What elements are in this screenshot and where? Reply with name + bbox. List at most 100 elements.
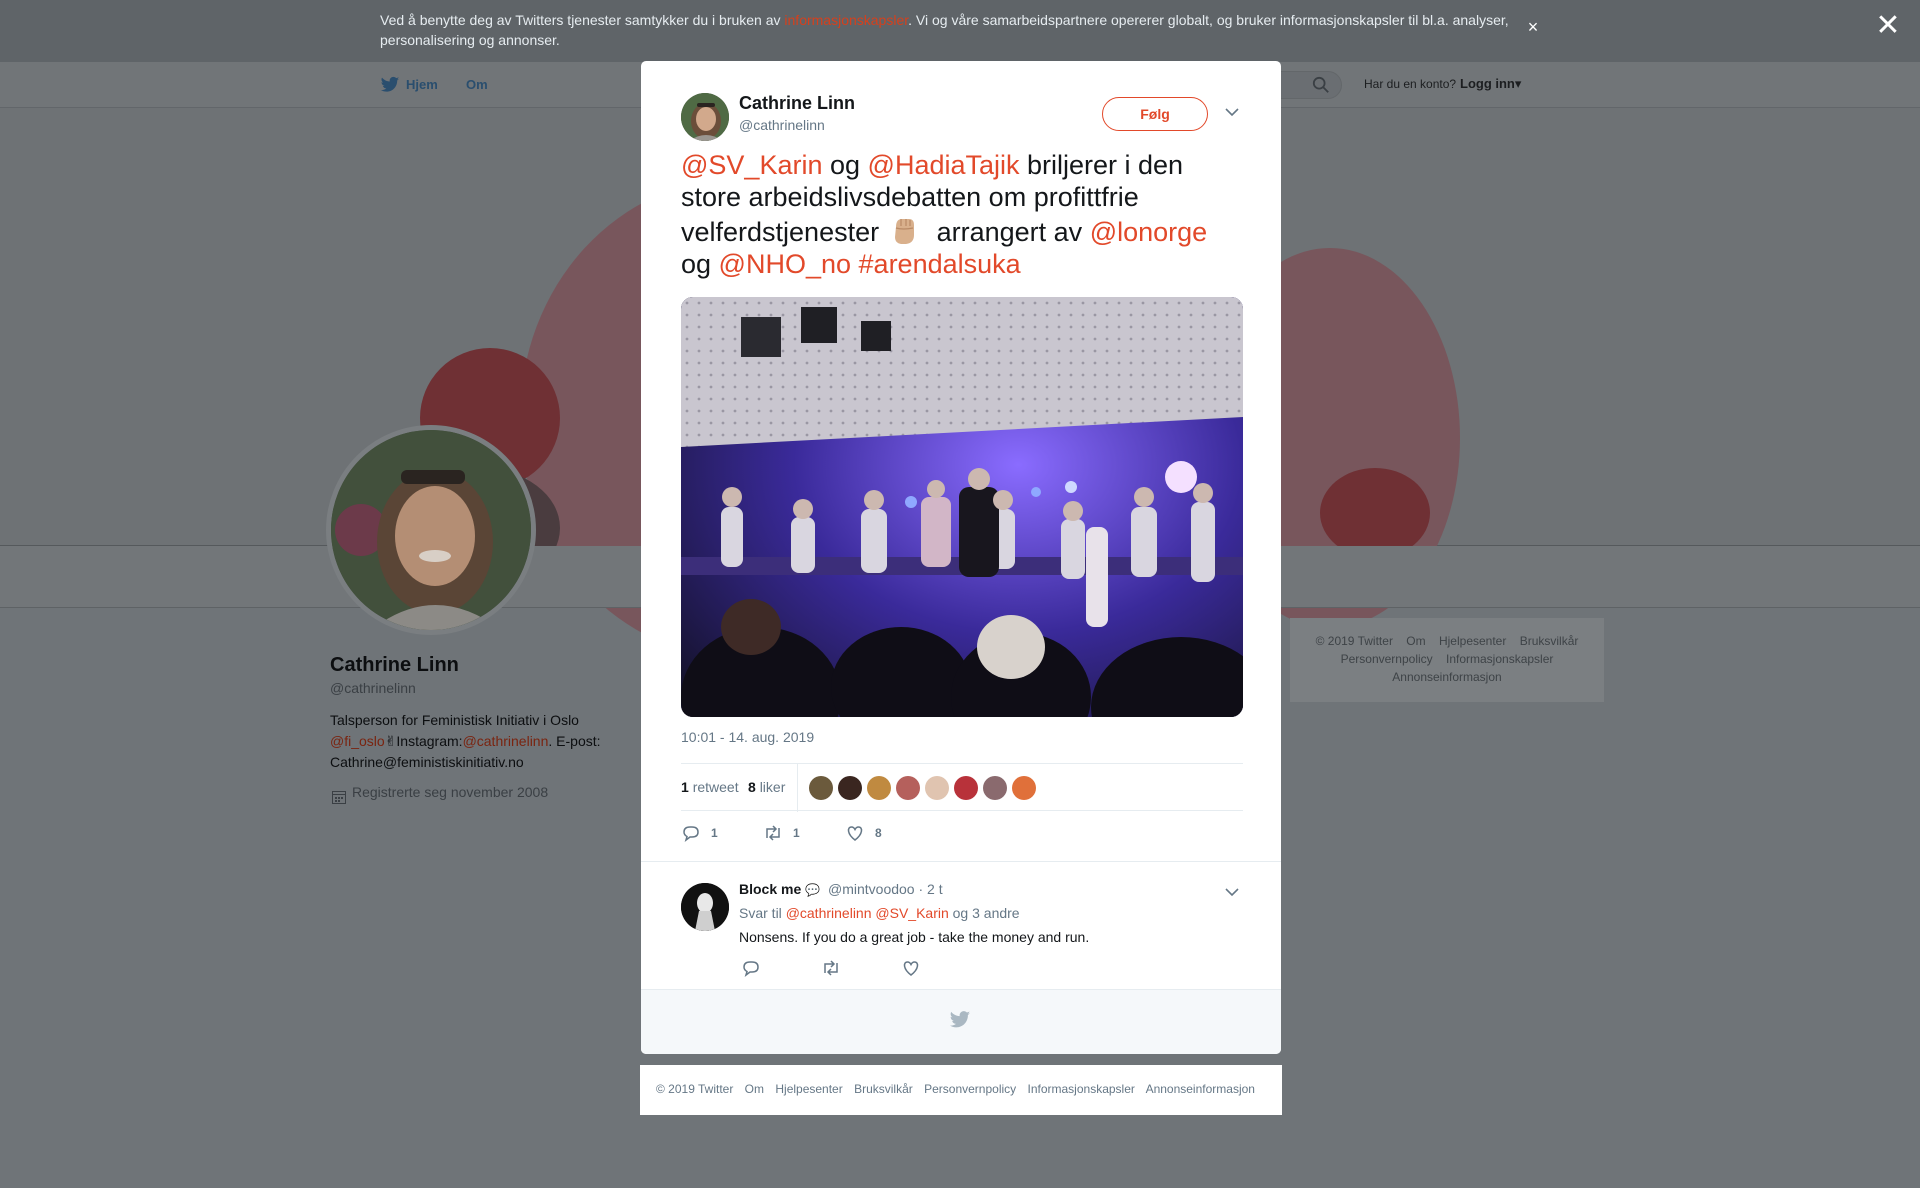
tweet-actions: 1 1 8 (681, 821, 1243, 851)
author-avatar-portrait (681, 93, 729, 141)
tweet-text-og: og (822, 150, 868, 180)
overlay-close-icon[interactable]: ✕ (1872, 10, 1904, 42)
login-link[interactable]: Logg inn▾ (1460, 76, 1521, 92)
side-footer-link-help[interactable]: Hjelpesenter (1439, 634, 1506, 648)
profile-bio: Talsperson for Feministisk Initiativ i O… (330, 710, 630, 773)
like-count[interactable]: 8 liker (748, 779, 785, 795)
side-footer: © 2019 Twitter Om Hjelpesenter Bruksvilk… (1290, 618, 1604, 702)
side-footer-link-privacy[interactable]: Personvernpolicy (1341, 652, 1433, 666)
heart-icon (847, 826, 863, 841)
reply-count: 1 (711, 826, 718, 840)
nav-about-link[interactable]: Om (466, 77, 488, 92)
profile-name: Cathrine Linn (330, 654, 459, 676)
reply-avatar-image (681, 883, 729, 931)
reply-time[interactable]: · 2 t (918, 881, 942, 897)
reply-icon[interactable] (741, 959, 761, 977)
footer-links: © 2019 Twitter Om Hjelpesenter Bruksvilk… (656, 1082, 1263, 1096)
tweet-author-handle[interactable]: @cathrinelinn (739, 117, 825, 133)
mention-hadiatajik[interactable]: @HadiaTajik (868, 150, 1020, 180)
reply-name-text: Block me (739, 881, 802, 897)
bio-mention-cathrinelinn[interactable]: @cathrinelinn (463, 733, 549, 749)
likers-avatars (809, 776, 1041, 800)
tweet-photo[interactable] (681, 297, 1243, 717)
footer-link-cookies[interactable]: Informasjonskapsler (1028, 1082, 1135, 1096)
reply-actions (739, 959, 1039, 983)
bio-mention-fi-oslo[interactable]: @fi_oslo (330, 733, 385, 749)
liker-avatar[interactable] (954, 776, 978, 800)
twitter-bird-icon[interactable] (380, 76, 400, 94)
chevron-down-icon[interactable] (1225, 107, 1239, 117)
footer-link-help[interactable]: Hjelpesenter (775, 1082, 842, 1096)
footer-link-terms[interactable]: Bruksvilkår (854, 1082, 913, 1096)
like-count-value: 8 (748, 779, 756, 795)
mention-lonorge[interactable]: @lonorge (1090, 217, 1207, 247)
liker-avatar[interactable] (809, 776, 833, 800)
reply-to-sv-karin[interactable]: @SV_Karin (875, 905, 948, 921)
cookie-link[interactable]: informasjonskapsler (784, 12, 908, 28)
liker-avatar[interactable] (896, 776, 920, 800)
nav-home-link[interactable]: Hjem (406, 77, 438, 92)
retweet-icon[interactable] (821, 959, 841, 977)
liker-avatar[interactable] (925, 776, 949, 800)
retweet-count-label: retweet (692, 779, 739, 795)
side-footer-link-om[interactable]: Om (1406, 634, 1425, 648)
retweet-count[interactable]: 1 retweet (681, 779, 739, 795)
chevron-down-icon[interactable] (1225, 887, 1239, 897)
follow-button[interactable]: Følg (1102, 97, 1208, 131)
reply-author-handle[interactable]: @mintvoodoo (828, 881, 915, 897)
account-question: Har du en konto? (1364, 77, 1457, 91)
mention-nho-no[interactable]: @NHO_no (719, 249, 851, 279)
bio-line: Talsperson for Feministisk Initiativ i O… (330, 712, 579, 728)
liker-avatar[interactable] (838, 776, 862, 800)
cookie-text-before: Ved å benytte deg av Twitters tjenester … (380, 12, 785, 28)
retweet-icon (766, 825, 780, 841)
cookie-banner: Ved å benytte deg av Twitters tjenester … (0, 0, 1920, 62)
reply-to-more[interactable]: og 3 andre (949, 905, 1020, 921)
tweet-timestamp[interactable]: 10:01 - 14. aug. 2019 (681, 729, 814, 745)
page-footer: © 2019 Twitter Om Hjelpesenter Bruksvilk… (640, 1065, 1282, 1115)
side-footer-link-ads[interactable]: Annonseinformasjon (1392, 670, 1501, 684)
reply-to-label: Svar til (739, 905, 786, 921)
side-footer-link-cookies[interactable]: Informasjonskapsler (1446, 652, 1553, 666)
footer-link-ads[interactable]: Annonseinformasjon (1146, 1082, 1255, 1096)
reply-text: Nonsens. If you do a great job - take th… (739, 929, 1090, 945)
avatar-portrait (331, 430, 531, 630)
tweet-text-og2: og (681, 249, 719, 279)
joined-text: Registrerte seg november 2008 (352, 784, 549, 800)
reply-author-avatar[interactable] (681, 883, 729, 931)
footer-copyright: © 2019 Twitter (656, 1082, 734, 1096)
cookie-text: Ved å benytte deg av Twitters tjenester … (380, 10, 1520, 50)
search-icon[interactable] (1312, 76, 1330, 94)
reply-to-cathrinelinn[interactable]: @cathrinelinn (786, 905, 872, 921)
reply-icon (683, 826, 699, 842)
twitter-bird-icon (949, 1011, 971, 1028)
hashtag-arendalsuka[interactable]: #arendalsuka (859, 249, 1021, 279)
like-count-label: liker (759, 779, 786, 795)
footer-link-om[interactable]: Om (745, 1082, 764, 1096)
liker-avatar[interactable] (1012, 776, 1036, 800)
profile-avatar[interactable] (326, 425, 536, 635)
like-action-count: 8 (875, 826, 882, 840)
profile-joined: Registrerte seg november 2008 (330, 784, 548, 800)
tweet-text: @SV_Karin og @HadiaTajik briljerer i den… (681, 149, 1241, 280)
modal-footer (641, 989, 1281, 1054)
side-footer-link-terms[interactable]: Bruksvilkår (1520, 634, 1579, 648)
speech-bubble-emoji: 💬 (805, 883, 821, 897)
tweet-modal: Cathrine Linn @cathrinelinn Følg @SV_Kar… (641, 61, 1281, 1054)
liker-avatar[interactable] (867, 776, 891, 800)
reply-author-name[interactable]: Block me 💬 (739, 881, 820, 897)
cookie-close-icon[interactable]: × (1524, 18, 1542, 36)
raised-fist-emoji-icon (895, 219, 915, 244)
footer-link-privacy[interactable]: Personvernpolicy (924, 1082, 1016, 1096)
stage-photo (681, 297, 1243, 717)
retweet-action-count: 1 (793, 826, 800, 840)
heart-icon[interactable] (901, 959, 921, 977)
liker-avatar[interactable] (983, 776, 1007, 800)
side-footer-copyright: © 2019 Twitter (1315, 634, 1393, 648)
tweet-stats: 1 retweet 8 liker (681, 763, 1243, 812)
tweet-author-avatar[interactable] (681, 93, 729, 141)
bio-instagram-label: Instagram: (396, 733, 463, 749)
mention-sv-karin[interactable]: @SV_Karin (681, 150, 822, 180)
tweet-author-name[interactable]: Cathrine Linn (739, 93, 855, 114)
profile-handle[interactable]: @cathrinelinn (330, 680, 416, 696)
